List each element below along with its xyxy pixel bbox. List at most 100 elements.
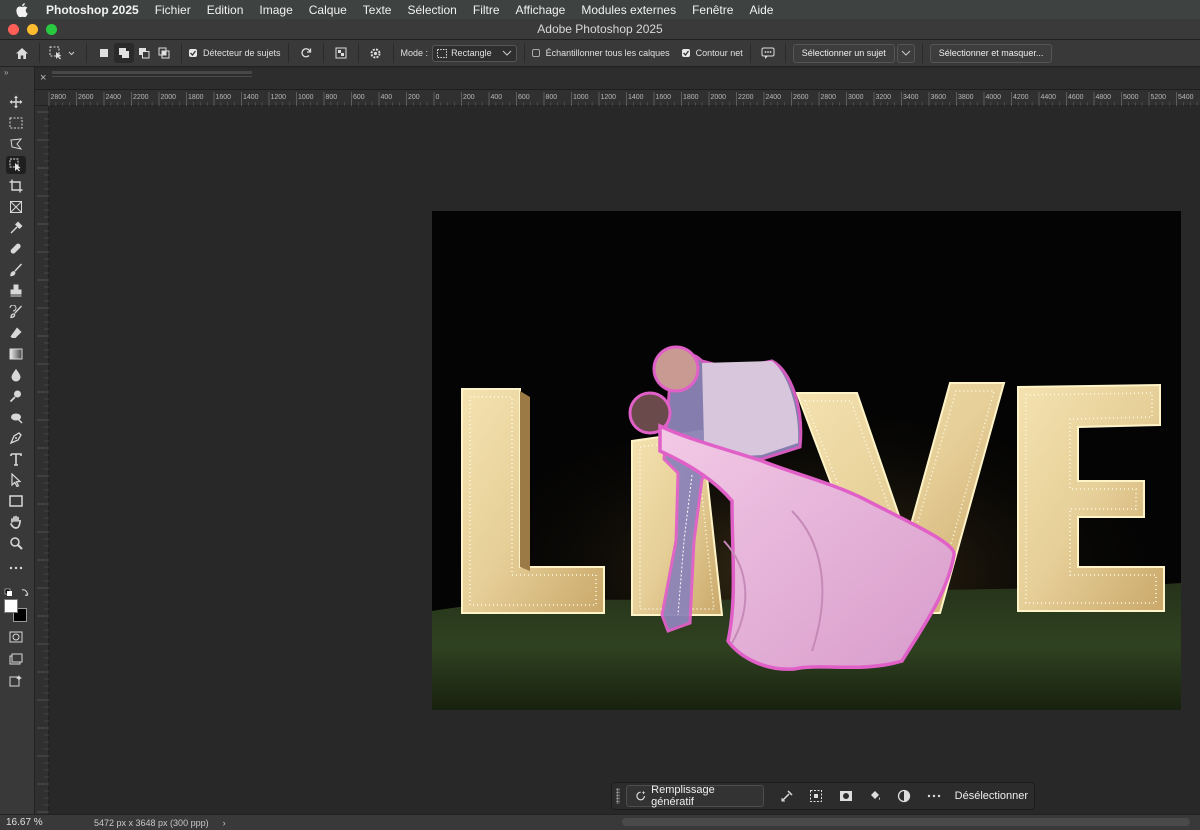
- tool-preset-picker[interactable]: [47, 43, 79, 63]
- mode-select[interactable]: Rectangle: [432, 44, 517, 62]
- hard-edge-checkbox[interactable]: [681, 49, 690, 57]
- vertical-ruler: [35, 106, 49, 814]
- modify-selection-icon[interactable]: [772, 785, 801, 807]
- zoom-level[interactable]: 16.67 %: [0, 817, 50, 828]
- close-tab-icon[interactable]: ×: [40, 72, 46, 84]
- ruler-label: 2800: [51, 94, 67, 101]
- new-selection-icon[interactable]: [94, 43, 114, 63]
- menu-affichage[interactable]: Affichage: [508, 3, 574, 17]
- hard-edge-label: Contour net: [695, 48, 743, 58]
- mode-value: Rectangle: [451, 48, 492, 58]
- ruler-label: 3200: [876, 94, 892, 101]
- eyedropper-tool-icon[interactable]: [6, 219, 26, 237]
- move-tool-icon[interactable]: [6, 93, 26, 111]
- subject-detector-checkbox[interactable]: [189, 49, 197, 57]
- smudge-tool-icon[interactable]: [6, 408, 26, 426]
- divider: [523, 43, 525, 63]
- divider: [39, 43, 40, 63]
- screen-mode-icon[interactable]: [6, 650, 26, 668]
- hand-tool-icon[interactable]: [6, 513, 26, 531]
- sample-all-layers-toggle[interactable]: Échantillonner tous les calques: [531, 48, 670, 58]
- select-subject-button[interactable]: Sélectionner un sujet: [792, 43, 895, 63]
- quick-mask-icon[interactable]: [6, 628, 26, 646]
- menu-modules-externes[interactable]: Modules externes: [573, 3, 684, 17]
- document-image[interactable]: [432, 211, 1181, 710]
- lasso-tool-icon[interactable]: [6, 135, 26, 153]
- menu-texte[interactable]: Texte: [355, 3, 400, 17]
- hard-edge-toggle[interactable]: Contour net: [681, 48, 743, 58]
- history-brush-tool-icon[interactable]: [6, 303, 26, 321]
- menu-filtre[interactable]: Filtre: [465, 3, 508, 17]
- path-selection-tool-icon[interactable]: [6, 471, 26, 489]
- document-dimensions: 5472 px x 3648 px (300 ppp): [94, 817, 209, 828]
- ruler-label: 600: [353, 94, 365, 101]
- ruler-label: 2400: [766, 94, 782, 101]
- ruler-label: 400: [491, 94, 503, 101]
- generative-edit-icon[interactable]: [6, 672, 26, 690]
- gear-icon[interactable]: [366, 43, 386, 63]
- frame-tool-icon[interactable]: [6, 198, 26, 216]
- gradient-tool-icon[interactable]: [6, 345, 26, 363]
- ruler-label: 1400: [243, 94, 259, 101]
- intersect-selection-icon[interactable]: [154, 43, 174, 63]
- taskbar-grip-handle[interactable]: [616, 788, 620, 804]
- create-mask-icon[interactable]: [831, 785, 860, 807]
- subject-detector-toggle[interactable]: Détecteur de sujets: [189, 48, 281, 58]
- horizontal-scrollbar[interactable]: [622, 818, 1190, 826]
- menu-selection[interactable]: Sélection: [399, 3, 464, 17]
- ruler-label: 4000: [986, 94, 1002, 101]
- home-icon[interactable]: [12, 43, 32, 63]
- menu-image[interactable]: Image: [251, 3, 300, 17]
- color-swatches[interactable]: [3, 598, 29, 624]
- zoom-tool-icon[interactable]: [6, 534, 26, 552]
- more-options-icon[interactable]: [919, 785, 948, 807]
- invert-selection-icon[interactable]: [801, 785, 830, 807]
- marquee-tool-icon[interactable]: [6, 114, 26, 132]
- ruler-label: 400: [381, 94, 393, 101]
- fill-selection-icon[interactable]: [860, 785, 889, 807]
- menu-fichier[interactable]: Fichier: [147, 3, 199, 17]
- crop-tool-icon[interactable]: [6, 177, 26, 195]
- add-to-selection-icon[interactable]: [114, 43, 134, 63]
- refresh-icon[interactable]: [296, 43, 316, 63]
- ruler-label: 2200: [133, 94, 149, 101]
- type-tool-icon[interactable]: [6, 450, 26, 468]
- ruler-label: 4600: [1068, 94, 1084, 101]
- menu-fenetre[interactable]: Fenêtre: [684, 3, 741, 17]
- brush-tool-icon[interactable]: [6, 261, 26, 279]
- rectangle-tool-icon[interactable]: [6, 492, 26, 510]
- eraser-tool-icon[interactable]: [6, 324, 26, 342]
- foreground-color-swatch[interactable]: [4, 599, 18, 613]
- feedback-icon[interactable]: [758, 43, 778, 63]
- ruler-label: 1800: [683, 94, 699, 101]
- default-colors-icon[interactable]: [4, 585, 32, 597]
- ruler-label: 3600: [931, 94, 947, 101]
- status-menu-chevron[interactable]: ›: [209, 818, 226, 828]
- menu-edition[interactable]: Edition: [199, 3, 252, 17]
- dodge-tool-icon[interactable]: [6, 387, 26, 405]
- adjustment-layer-icon[interactable]: [890, 785, 919, 807]
- show-all-objects-icon[interactable]: [331, 43, 351, 63]
- more-tools-icon[interactable]: [6, 559, 26, 577]
- menu-aide[interactable]: Aide: [741, 3, 781, 17]
- object-selection-tool-icon[interactable]: [6, 156, 26, 174]
- divider: [921, 43, 923, 63]
- subtract-from-selection-icon[interactable]: [134, 43, 154, 63]
- ruler-label: 5200: [1151, 94, 1167, 101]
- pen-tool-icon[interactable]: [6, 429, 26, 447]
- select-and-mask-button[interactable]: Sélectionner et masquer...: [929, 43, 1053, 63]
- blur-tool-icon[interactable]: [6, 366, 26, 384]
- document-tab[interactable]: [52, 71, 252, 74]
- healing-brush-tool-icon[interactable]: [6, 240, 26, 258]
- deselect-button[interactable]: Désélectionner: [949, 790, 1034, 802]
- sample-all-layers-checkbox[interactable]: [531, 49, 540, 57]
- collapse-panel-icon[interactable]: »: [4, 68, 8, 77]
- generative-fill-label: Remplissage génératif: [651, 784, 715, 808]
- menu-calque[interactable]: Calque: [301, 3, 355, 17]
- generative-fill-button[interactable]: Remplissage génératif: [625, 784, 764, 808]
- apple-icon[interactable]: [14, 2, 30, 18]
- ruler-label: 2400: [106, 94, 122, 101]
- menu-app-name[interactable]: Photoshop 2025: [40, 3, 147, 17]
- select-subject-dropdown[interactable]: [896, 43, 915, 63]
- clone-stamp-tool-icon[interactable]: [6, 282, 26, 300]
